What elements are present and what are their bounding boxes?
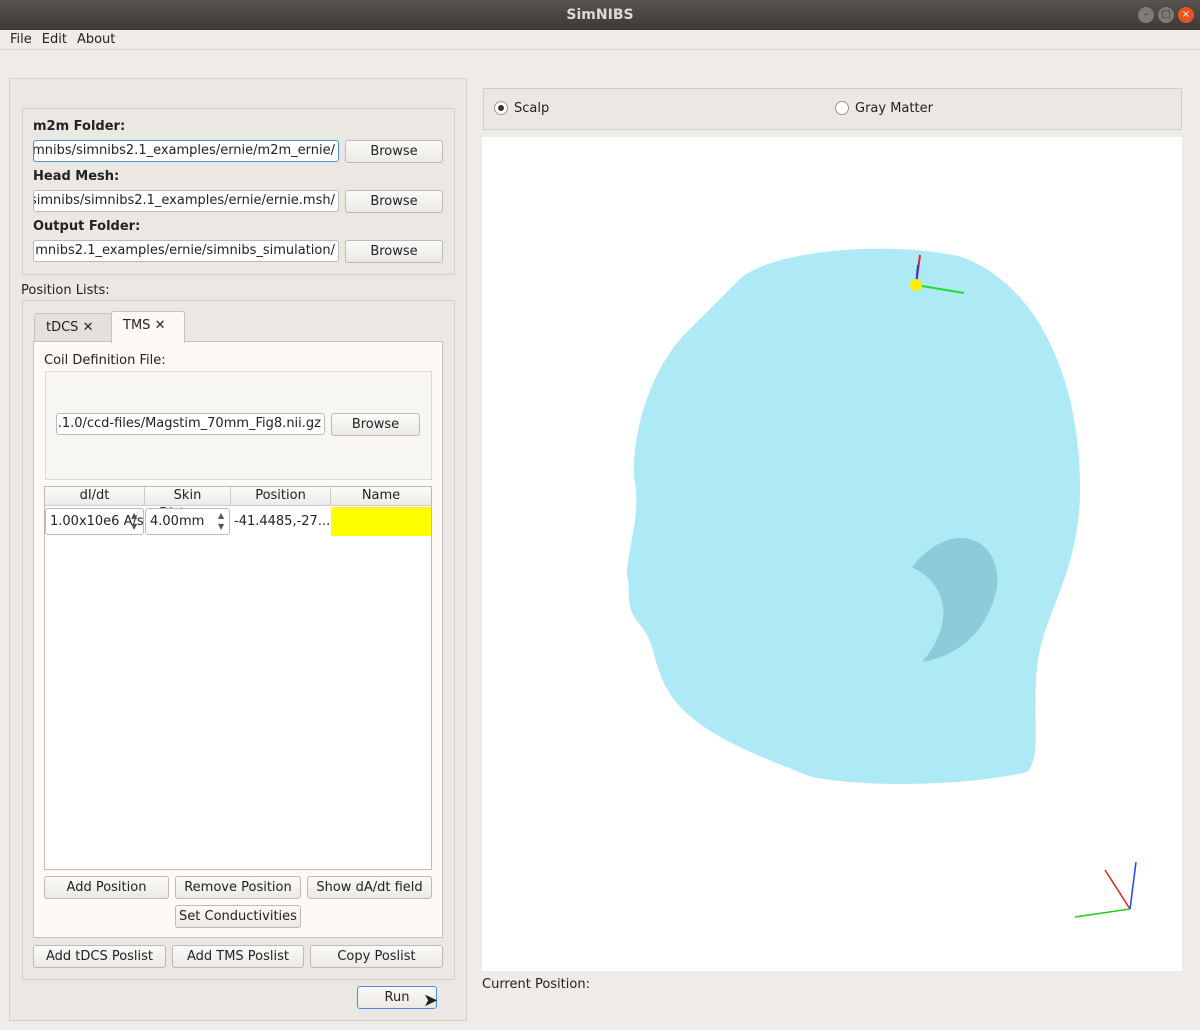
copy-poslist-button[interactable]: Copy Poslist bbox=[310, 945, 443, 968]
position-cell[interactable]: -41.4485,-27.... bbox=[234, 514, 334, 529]
axis-x-icon bbox=[1104, 869, 1131, 910]
menu-file[interactable]: File bbox=[10, 32, 32, 47]
name-cell[interactable] bbox=[331, 507, 431, 536]
close-button[interactable]: × bbox=[1178, 7, 1194, 23]
coil-label: Coil Definition File: bbox=[44, 353, 166, 368]
title-bar: SimNIBS bbox=[0, 0, 1200, 30]
remove-position-button[interactable]: Remove Position bbox=[175, 876, 301, 899]
scalp-label: Scalp bbox=[514, 101, 550, 116]
coil-position-marker bbox=[910, 279, 922, 291]
spin-arrows-icon[interactable]: ▲ ▼ bbox=[131, 510, 137, 532]
column-header-didt[interactable]: dI/dt bbox=[45, 487, 145, 506]
minimize-button[interactable]: – bbox=[1138, 7, 1154, 23]
add-position-button[interactable]: Add Position bbox=[44, 876, 169, 899]
coil-input[interactable]: simnibs_2.1.0/ccd-files/Magstim_70mm_Fig… bbox=[56, 413, 325, 435]
scalp-mesh bbox=[627, 248, 1081, 784]
head-mesh-browse-button[interactable]: Browse bbox=[345, 190, 443, 213]
gray-matter-label: Gray Matter bbox=[855, 101, 933, 116]
m2m-input[interactable]: /home/simnibs/simnibs2.1_examples/ernie/… bbox=[33, 140, 339, 162]
scalp-radio[interactable] bbox=[494, 101, 508, 115]
tab-tms[interactable]: TMS ✕ bbox=[111, 311, 185, 343]
column-header-name[interactable]: Name bbox=[331, 487, 431, 506]
head-model[interactable] bbox=[482, 137, 1182, 971]
tab-label: TMS bbox=[123, 318, 151, 333]
coil-browse-button[interactable]: Browse bbox=[331, 413, 420, 436]
m2m-label: m2m Folder: bbox=[33, 119, 126, 134]
didt-spinbox[interactable]: 1.00x10e6 A/s bbox=[45, 508, 144, 535]
current-position-label: Current Position: bbox=[482, 977, 590, 992]
head-mesh-label: Head Mesh: bbox=[33, 169, 120, 184]
m2m-browse-button[interactable]: Browse bbox=[345, 140, 443, 163]
didt-value: 1.00x10e6 A/s bbox=[50, 514, 144, 529]
spin-arrows-icon[interactable]: ▲ ▼ bbox=[218, 510, 224, 532]
show-field-button[interactable]: Show dA/dt field bbox=[307, 876, 432, 899]
menu-edit[interactable]: Edit bbox=[42, 32, 67, 47]
tab-label: tDCS bbox=[46, 320, 79, 335]
tab-tdcs[interactable]: tDCS ✕ bbox=[34, 313, 112, 342]
output-browse-button[interactable]: Browse bbox=[345, 240, 443, 263]
view-options-group bbox=[483, 88, 1182, 130]
positions-table bbox=[44, 486, 432, 870]
gray-matter-radio[interactable] bbox=[835, 101, 849, 115]
menu-bar: File Edit About bbox=[0, 30, 1200, 50]
maximize-button[interactable]: □ bbox=[1158, 7, 1174, 23]
mouse-cursor-icon: ➤ bbox=[423, 990, 439, 1011]
window-title: SimNIBS bbox=[566, 7, 634, 23]
column-header-skin-distance[interactable]: Skin Distance bbox=[145, 487, 231, 521]
close-tab-icon[interactable]: ✕ bbox=[155, 318, 166, 333]
position-lists-label: Position Lists: bbox=[21, 283, 110, 298]
distance-value: 4.00mm bbox=[150, 514, 205, 529]
set-conductivities-button[interactable]: Set Conductivities bbox=[175, 905, 301, 928]
column-header-position[interactable]: Position bbox=[231, 487, 331, 506]
head-mesh-input[interactable]: /home/simnibs/simnibs2.1_examples/ernie/… bbox=[33, 190, 339, 212]
add-tms-poslist-button[interactable]: Add TMS Poslist bbox=[172, 945, 304, 968]
output-folder-label: Output Folder: bbox=[33, 219, 141, 234]
axis-y-icon bbox=[1074, 908, 1131, 918]
output-folder-input[interactable]: /home/simnibs/simnibs2.1_examples/ernie/… bbox=[33, 240, 339, 262]
menu-about[interactable]: About bbox=[77, 32, 115, 47]
close-tab-icon[interactable]: ✕ bbox=[83, 320, 94, 335]
3d-viewport[interactable] bbox=[482, 137, 1182, 971]
axis-z-icon bbox=[1129, 861, 1137, 910]
add-tdcs-poslist-button[interactable]: Add tDCS Poslist bbox=[33, 945, 166, 968]
